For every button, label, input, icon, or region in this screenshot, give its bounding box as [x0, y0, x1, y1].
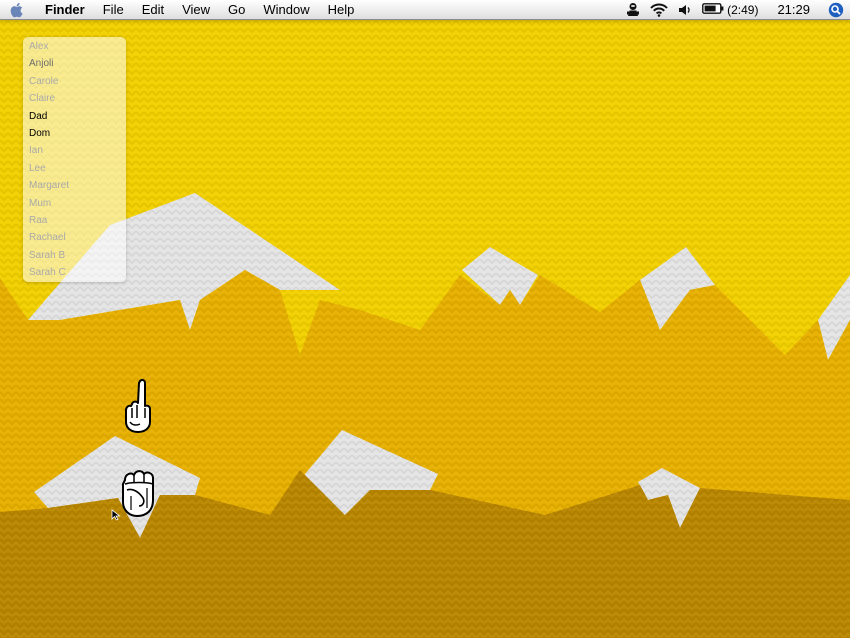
user-item-ian[interactable]: Ian	[23, 142, 126, 159]
desktop-wallpaper	[0, 0, 850, 638]
menu-finder[interactable]: Finder	[34, 0, 94, 19]
user-item-dom[interactable]: Dom	[23, 125, 126, 142]
pointing-hand-icon	[122, 378, 154, 439]
menu-file[interactable]: File	[94, 0, 133, 19]
menu-window[interactable]: Window	[254, 0, 318, 19]
battery-icon	[702, 2, 724, 17]
menu-clock[interactable]: 21:29	[763, 2, 822, 17]
mouse-pointer-icon	[111, 508, 121, 526]
menu-view[interactable]: View	[173, 0, 219, 19]
user-figure-icon[interactable]	[621, 0, 645, 19]
fist-hand-icon	[117, 466, 159, 525]
user-item-lee[interactable]: Lee	[23, 160, 126, 177]
user-item-carole[interactable]: Carole	[23, 73, 126, 90]
user-item-mum[interactable]: Mum	[23, 195, 126, 212]
wifi-icon[interactable]	[645, 0, 673, 19]
user-item-rachael[interactable]: Rachael	[23, 229, 126, 246]
volume-icon[interactable]	[673, 0, 697, 19]
user-item-dad[interactable]: Dad	[23, 108, 126, 125]
spotlight-search-icon[interactable]	[822, 0, 850, 19]
user-list-panel: Alex Anjoli Carole Claire Dad Dom Ian Le…	[23, 37, 126, 282]
menu-go[interactable]: Go	[219, 0, 254, 19]
apple-logo-icon[interactable]	[0, 0, 34, 19]
battery-status[interactable]: (2:49)	[697, 2, 763, 17]
user-item-claire[interactable]: Claire	[23, 90, 126, 107]
user-item-alex[interactable]: Alex	[23, 38, 126, 55]
menu-edit[interactable]: Edit	[133, 0, 173, 19]
user-item-anjoli[interactable]: Anjoli	[23, 55, 126, 72]
battery-time: (2:49)	[727, 2, 759, 17]
user-item-sarah-c[interactable]: Sarah C	[23, 264, 126, 281]
user-item-raa[interactable]: Raa	[23, 212, 126, 229]
mountain-landscape	[0, 0, 850, 638]
user-item-sarah-b[interactable]: Sarah B	[23, 247, 126, 264]
menu-help[interactable]: Help	[319, 0, 364, 19]
menu-bar: Finder File Edit View Go Window Help (2:…	[0, 0, 850, 20]
user-item-margaret[interactable]: Margaret	[23, 177, 126, 194]
